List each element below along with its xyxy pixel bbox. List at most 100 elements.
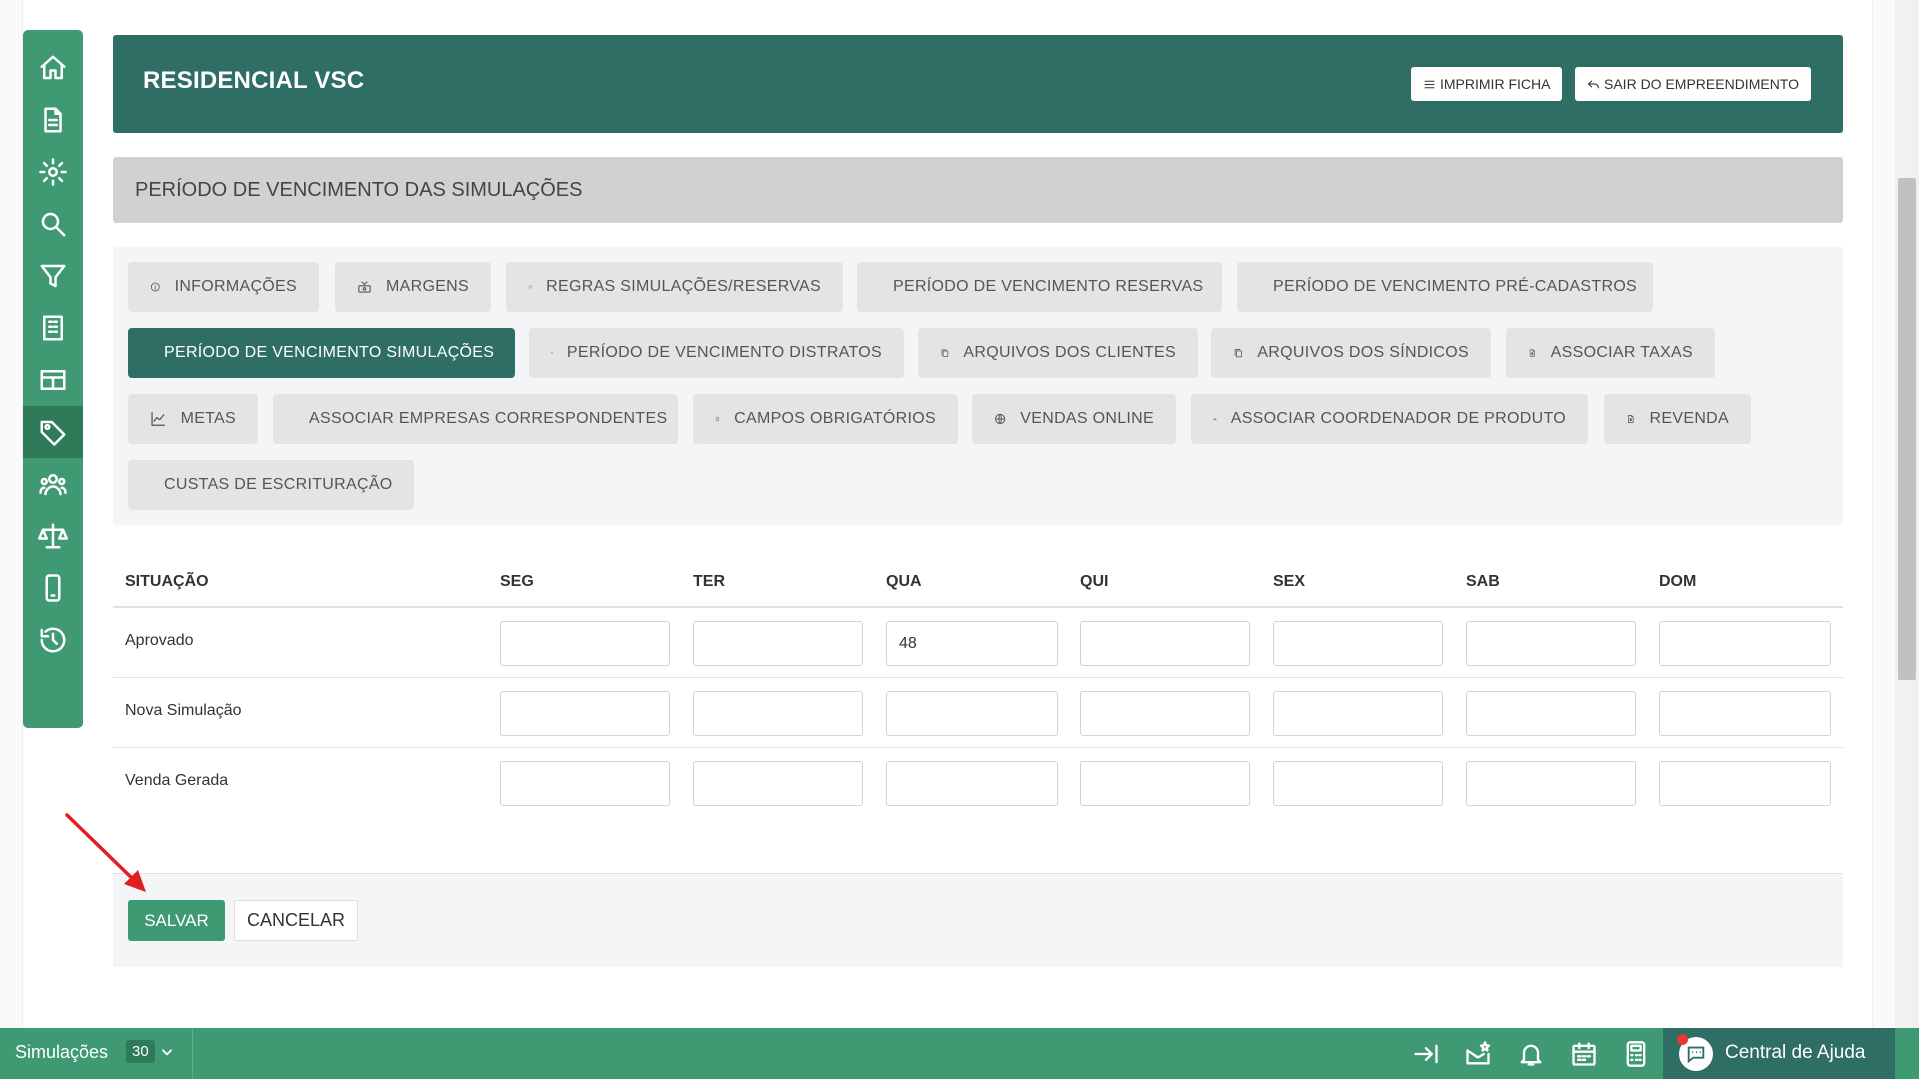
sidebar-filter[interactable] <box>23 250 83 302</box>
scrollbar-thumb[interactable] <box>1898 178 1916 680</box>
tab-margens[interactable]: MARGENS <box>335 262 491 312</box>
tab-vencimento-pre-cadastros[interactable]: PERÍODO DE VENCIMENTO PRÉ-CADASTROS <box>1237 262 1653 312</box>
tab-vencimento-simulacoes[interactable]: PERÍODO DE VENCIMENTO SIMULAÇÕES <box>128 328 515 378</box>
tab-label: INFORMAÇÕES <box>174 278 297 295</box>
nova-simulacao-dom-input[interactable] <box>1659 691 1831 736</box>
team-icon <box>1213 417 1217 421</box>
nova-simulacao-ter-input[interactable] <box>693 691 863 736</box>
tab-label: PERÍODO DE VENCIMENTO DISTRATOS <box>566 344 882 361</box>
tab-label: PERÍODO DE VENCIMENTO RESERVAS <box>893 278 1204 295</box>
nova-simulacao-seg-input[interactable] <box>500 691 670 736</box>
mobile-icon <box>45 574 61 602</box>
home-icon <box>40 55 66 80</box>
calendar-button[interactable] <box>1569 1039 1599 1069</box>
aprovado-sex-input[interactable] <box>1273 621 1443 666</box>
scale-icon <box>38 523 68 549</box>
tag-icon <box>40 420 66 446</box>
nova-simulacao-sex-input[interactable] <box>1273 691 1443 736</box>
aprovado-sab-input[interactable] <box>1466 621 1636 666</box>
copy-icon <box>941 349 949 357</box>
tab-custas-escrituracao[interactable]: CUSTAS DE ESCRITURAÇÃO <box>128 460 414 510</box>
table-row: Aprovado <box>113 608 1843 678</box>
tab-vencimento-reservas[interactable]: PERÍODO DE VENCIMENTO RESERVAS <box>857 262 1222 312</box>
chevron-down-icon[interactable] <box>160 1045 174 1059</box>
nova-simulacao-sab-input[interactable] <box>1466 691 1636 736</box>
tab-metas[interactable]: METAS <box>128 394 258 444</box>
aprovado-dom-input[interactable] <box>1659 621 1831 666</box>
venda-gerada-seg-input[interactable] <box>500 761 670 806</box>
search-icon <box>41 212 66 237</box>
tab-associar-taxas[interactable]: ASSOCIAR TAXAS <box>1506 328 1715 378</box>
refresh-icon <box>528 285 532 289</box>
calculator-button[interactable] <box>1621 1039 1651 1069</box>
nova-simulacao-qui-input[interactable] <box>1080 691 1250 736</box>
tab-revenda[interactable]: REVENDA <box>1604 394 1751 444</box>
sidebar-tags[interactable] <box>23 406 83 458</box>
venda-gerada-ter-input[interactable] <box>693 761 863 806</box>
notifications-button[interactable] <box>1516 1039 1546 1069</box>
messages-button[interactable] <box>1463 1039 1493 1069</box>
exit-project-button[interactable]: SAIR DO EMPREENDIMENTO <box>1575 67 1811 101</box>
form-actions: SALVAR CANCELAR <box>113 873 1843 967</box>
aprovado-qui-input[interactable] <box>1080 621 1250 666</box>
cancel-button[interactable]: CANCELAR <box>234 900 358 941</box>
tab-arquivos-sindicos[interactable]: ARQUIVOS DOS SÍNDICOS <box>1211 328 1491 378</box>
building-icon <box>43 315 63 341</box>
sidebar-search[interactable] <box>23 198 83 250</box>
aprovado-ter-input[interactable] <box>693 621 863 666</box>
list-icon <box>1424 80 1435 88</box>
tab-label: ASSOCIAR EMPRESAS CORRESPONDENTES <box>309 410 668 427</box>
tab-arquivos-clientes[interactable]: ARQUIVOS DOS CLIENTES <box>918 328 1198 378</box>
filter-icon <box>40 264 66 288</box>
nova-simulacao-qua-input[interactable] <box>886 691 1058 736</box>
tab-associar-coordenador[interactable]: ASSOCIAR COORDENADOR DE PRODUTO <box>1191 394 1588 444</box>
venda-gerada-sab-input[interactable] <box>1466 761 1636 806</box>
tab-informacoes[interactable]: INFORMAÇÕES <box>128 262 319 312</box>
sidebar-users[interactable] <box>23 458 83 510</box>
venda-gerada-qua-input[interactable] <box>886 761 1058 806</box>
venda-gerada-sex-input[interactable] <box>1273 761 1443 806</box>
sidebar-settings[interactable] <box>23 146 83 198</box>
column-header-sab: SAB <box>1466 573 1500 590</box>
column-header-situacao: SITUAÇÃO <box>125 573 209 590</box>
tab-regras-simulacoes-reservas[interactable]: REGRAS SIMULAÇÕES/RESERVAS <box>506 262 843 312</box>
aprovado-seg-input[interactable] <box>500 621 670 666</box>
document-icon <box>44 107 62 133</box>
section-header: PERÍODO DE VENCIMENTO DAS SIMULAÇÕES <box>113 157 1843 223</box>
tab-label: CAMPOS OBRIGATÓRIOS <box>734 410 936 427</box>
collapse-button[interactable] <box>1411 1039 1441 1069</box>
column-header-seg: SEG <box>500 573 534 590</box>
sidebar-tables[interactable] <box>23 354 83 406</box>
aprovado-qua-input[interactable] <box>886 621 1058 666</box>
tab-associar-empresas[interactable]: ASSOCIAR EMPRESAS CORRESPONDENTES <box>273 394 678 444</box>
row-label: Aprovado <box>125 632 194 649</box>
tab-label: MARGENS <box>386 278 469 295</box>
section-title: PERÍODO DE VENCIMENTO DAS SIMULAÇÕES <box>135 179 583 201</box>
sidebar-legal[interactable] <box>23 510 83 562</box>
tab-vencimento-distratos[interactable]: PERÍODO DE VENCIMENTO DISTRATOS <box>529 328 904 378</box>
print-sheet-button[interactable]: IMPRIMIR FICHA <box>1411 67 1563 101</box>
tab-campos-obrigatorios[interactable]: CAMPOS OBRIGATÓRIOS <box>693 394 958 444</box>
venda-gerada-dom-input[interactable] <box>1659 761 1831 806</box>
tabs-panel: INFORMAÇÕES MARGENS REGRAS SIMULAÇÕES/RE… <box>113 247 1843 525</box>
simulations-count-badge: 30 <box>126 1040 155 1063</box>
users-icon <box>39 474 67 496</box>
tab-label: REVENDA <box>1649 410 1729 427</box>
calculator-icon <box>1626 1041 1646 1067</box>
bottom-bar: Simulações 30 Central de Ajuda <box>0 1028 1919 1079</box>
sidebar-documents[interactable] <box>23 94 83 146</box>
table-icon <box>40 370 66 390</box>
tab-vendas-online[interactable]: VENDAS ONLINE <box>972 394 1176 444</box>
tab-label: METAS <box>180 410 236 427</box>
table-row: Venda Gerada <box>113 748 1843 818</box>
simulations-menu[interactable]: Simulações <box>15 1042 108 1063</box>
sidebar-buildings[interactable] <box>23 302 83 354</box>
sidebar-mobile[interactable] <box>23 562 83 614</box>
sidebar-home[interactable] <box>23 42 83 94</box>
help-center-button[interactable]: Central de Ajuda <box>1663 1028 1895 1079</box>
venda-gerada-qui-input[interactable] <box>1080 761 1250 806</box>
sidebar-history[interactable] <box>23 614 83 666</box>
save-button[interactable]: SALVAR <box>128 900 225 941</box>
print-sheet-label: IMPRIMIR FICHA <box>1440 76 1551 92</box>
sidebar <box>23 30 83 728</box>
